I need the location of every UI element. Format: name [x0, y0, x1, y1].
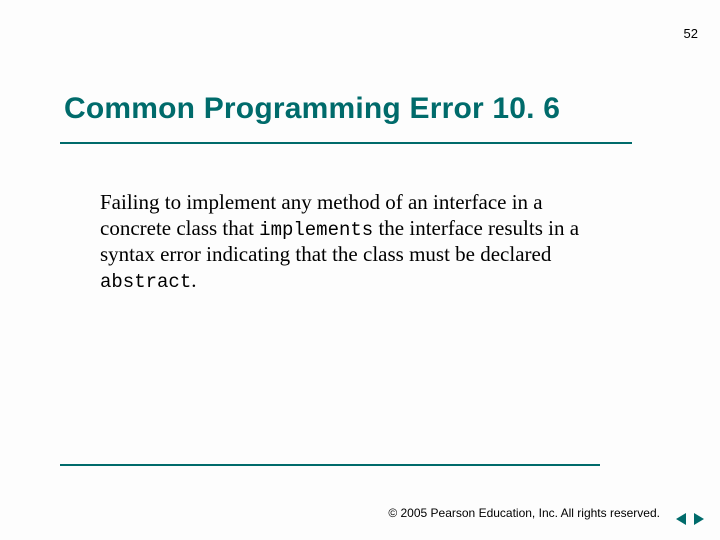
- footer-rule: [60, 464, 600, 466]
- next-slide-button[interactable]: [692, 512, 706, 526]
- triangle-left-icon: [676, 513, 686, 525]
- heading-underline: [60, 142, 632, 144]
- code-implements: implements: [259, 219, 373, 241]
- body-seg3: .: [191, 268, 196, 292]
- page-number: 52: [684, 26, 698, 41]
- copyright-footer: © 2005 Pearson Education, Inc. All right…: [388, 506, 660, 520]
- body-paragraph: Failing to implement any method of an in…: [100, 190, 600, 294]
- code-abstract: abstract: [100, 271, 191, 293]
- prev-slide-button[interactable]: [674, 512, 688, 526]
- slide-heading: Common Programming Error 10. 6: [64, 92, 560, 126]
- triangle-right-icon: [694, 513, 704, 525]
- slide-nav: [674, 512, 706, 526]
